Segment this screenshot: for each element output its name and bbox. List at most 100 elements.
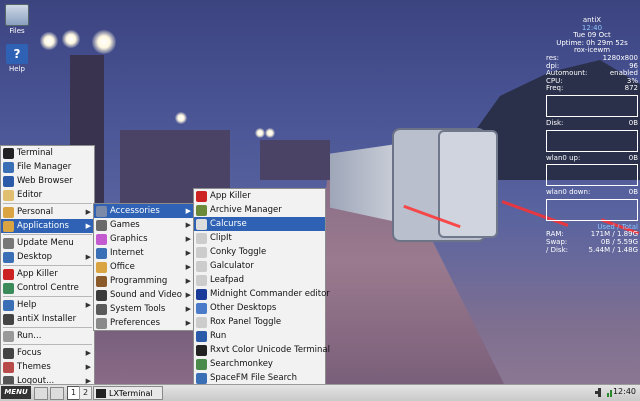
menu-item-galculator[interactable]: Galculator [194, 259, 325, 273]
wallpaper-lamp [40, 32, 58, 50]
wallpaper-lamp [92, 30, 116, 54]
menu-item-midnight-commander-editor[interactable]: Midnight Commander editor [194, 287, 330, 301]
searchmonkey-icon [196, 358, 207, 370]
taskbar-clock[interactable]: 12:40 [613, 387, 636, 396]
submenu-arrow-icon: ▶ [85, 222, 91, 230]
menu-item-other-desktops[interactable]: Other Desktops [194, 301, 325, 315]
accessories-submenu: App Killer Archive Manager Calcurse ClipIt C… [193, 188, 330, 400]
desktop-icon-help[interactable]: ? Help [4, 44, 30, 73]
menu-item-label: Focus [17, 348, 42, 358]
submenu-arrow-icon: ▶ [185, 319, 191, 327]
menu-item-preferences[interactable]: Preferences ▶ [94, 316, 194, 330]
workspace-2-button[interactable]: 2 [79, 386, 92, 400]
menu-item-archive-manager[interactable]: Archive Manager [194, 203, 325, 217]
submenu-arrow-icon: ▶ [85, 349, 91, 357]
task-lxterminal[interactable]: LXTerminal [93, 386, 163, 400]
menu-item-label: Themes [17, 362, 51, 372]
menu-item-themes[interactable]: Themes ▶ [1, 360, 94, 374]
start-menu-button[interactable]: MENU [1, 386, 31, 399]
menu-item-internet[interactable]: Internet ▶ [94, 246, 194, 260]
help-menu-icon [3, 299, 14, 311]
menu-item-update-menu[interactable]: Update Menu [1, 236, 94, 250]
menu-item-sound-and-video[interactable]: Sound and Video ▶ [94, 288, 194, 302]
main-menu: Terminal File Manager Web Browser Editor Per… [0, 145, 95, 389]
menu-item-label: Update Menu [17, 238, 74, 248]
menu-item-file-manager[interactable]: File Manager [1, 160, 94, 174]
menu-item-spacefm-file-search[interactable]: SpaceFM File Search [194, 371, 325, 385]
menu-item-leafpad[interactable]: Leafpad [194, 273, 325, 287]
submenu-arrow-icon: ▶ [185, 277, 191, 285]
wallpaper-lamp [62, 30, 80, 48]
conky-wlan-up-row: wlan0 up: 0B [546, 153, 638, 162]
taskbar: MENU 1 2 LXTerminal 12:40 [0, 384, 640, 401]
volume-icon[interactable] [594, 387, 604, 398]
menu-item-label: Calcurse [210, 219, 247, 229]
system-tools-icon [96, 303, 107, 315]
menu-item-rox-panel-toggle[interactable]: Rox Panel Toggle [194, 315, 325, 329]
menu-item-label: Archive Manager [210, 205, 282, 215]
task-label: LXTerminal [109, 388, 153, 398]
menu-item-editor[interactable]: Editor [1, 188, 94, 202]
wallpaper-shelter-far [260, 140, 330, 180]
desktop-icon-files[interactable]: Files [4, 4, 30, 35]
menu-item-searchmonkey[interactable]: Searchmonkey [194, 357, 325, 371]
menu-item-desktop[interactable]: Desktop ▶ [1, 250, 94, 264]
games-icon [96, 219, 107, 231]
menu-item-app-killer[interactable]: App Killer [1, 267, 94, 281]
menu-item-label: Applications [17, 221, 69, 231]
file-manager-icon [3, 161, 14, 173]
menu-item-label: Other Desktops [210, 303, 277, 313]
archive-manager-icon [196, 204, 207, 216]
menu-item-app-killer[interactable]: App Killer [194, 189, 325, 203]
applications-submenu: Accessories ▶ Games ▶ Graphics ▶ Internet ▶ Offi… [93, 203, 195, 331]
menu-item-programming[interactable]: Programming ▶ [94, 274, 194, 288]
menu-item-web-browser[interactable]: Web Browser [1, 174, 94, 188]
menu-separator [3, 203, 92, 204]
wallpaper-lamp [255, 128, 265, 138]
menu-item-control-centre[interactable]: Control Centre [1, 281, 94, 295]
menu-item-accessories[interactable]: Accessories ▶ [94, 204, 194, 218]
menu-item-label: Run [210, 331, 227, 341]
themes-icon [3, 361, 14, 373]
menu-item-graphics[interactable]: Graphics ▶ [94, 232, 194, 246]
conky-disk-row: Disk: 0B [546, 118, 638, 127]
menu-item-label: Games [110, 220, 140, 230]
submenu-arrow-icon: ▶ [85, 301, 91, 309]
menu-item-label: App Killer [17, 269, 58, 279]
menu-item-focus[interactable]: Focus ▶ [1, 346, 94, 360]
submenu-arrow-icon: ▶ [185, 291, 191, 299]
other-desktops-icon [196, 302, 207, 314]
spacefm-search-icon [196, 372, 207, 384]
menu-item-conky-toggle[interactable]: Conky Toggle [194, 245, 325, 259]
installer-icon [3, 313, 14, 325]
menu-item-rxvt-color-unicode-terminal[interactable]: Rxvt Color Unicode Terminal [194, 343, 330, 357]
menu-item-run[interactable]: Run [194, 329, 325, 343]
menu-item-terminal[interactable]: Terminal [1, 146, 94, 160]
menu-item-label: Graphics [110, 234, 148, 244]
submenu-arrow-icon: ▶ [185, 263, 191, 271]
editor-icon [3, 189, 14, 201]
menu-item-antix-installer[interactable]: antiX Installer [1, 312, 94, 326]
menu-item-system-tools[interactable]: System Tools ▶ [94, 302, 194, 316]
menu-item-office[interactable]: Office ▶ [94, 260, 194, 274]
menu-item-applications[interactable]: Applications ▶ [1, 219, 94, 233]
submenu-arrow-icon: ▶ [85, 363, 91, 371]
menu-item-label: Galculator [210, 261, 254, 271]
submenu-arrow-icon: ▶ [185, 207, 191, 215]
menu-item-clipit[interactable]: ClipIt [194, 231, 325, 245]
control-centre-icon [3, 282, 14, 294]
show-desktop-icon[interactable] [34, 387, 48, 400]
files-folder-icon [5, 4, 29, 26]
menu-item-label: Searchmonkey [210, 359, 273, 369]
menu-item-label: Rxvt Color Unicode Terminal [210, 345, 330, 355]
internet-icon [96, 247, 107, 259]
rox-panel-icon [196, 316, 207, 328]
menu-item-calcurse[interactable]: Calcurse [194, 217, 325, 231]
menu-item-label: Programming [110, 276, 168, 286]
window-list-icon[interactable] [50, 387, 64, 400]
conky-stat-row: res: 1280x800 [546, 53, 638, 62]
menu-item-personal[interactable]: Personal ▶ [1, 205, 94, 219]
menu-item-games[interactable]: Games ▶ [94, 218, 194, 232]
menu-item-run[interactable]: Run... [1, 329, 94, 343]
menu-item-help[interactable]: Help ▶ [1, 298, 94, 312]
